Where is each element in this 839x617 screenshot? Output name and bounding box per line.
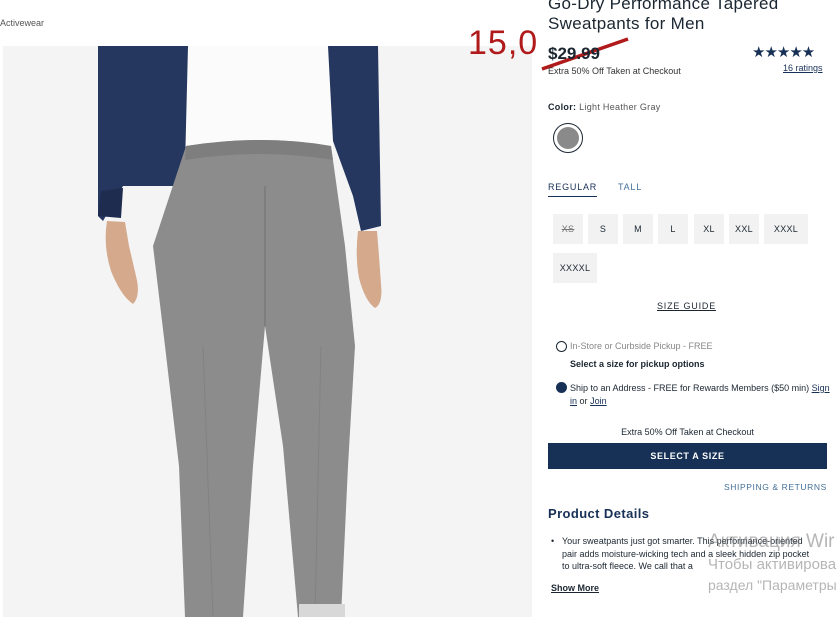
- breadcrumb[interactable]: Activewear: [0, 18, 44, 28]
- show-more-link[interactable]: Show More: [551, 583, 599, 593]
- swatch-fill: [557, 127, 579, 149]
- color-value: Light Heather Gray: [579, 102, 661, 112]
- activation-watermark-line1: Активация Wir: [708, 531, 835, 552]
- shipping-returns-link[interactable]: SHIPPING & RETURNS: [724, 482, 827, 492]
- pickup-hint: Select a size for pickup options: [570, 359, 705, 369]
- size-option-xxxl[interactable]: XXXL: [764, 214, 808, 244]
- size-option-xxxxl[interactable]: XXXXL: [553, 253, 597, 283]
- ship-label: Ship to an Address - FREE for Rewards Me…: [570, 383, 810, 393]
- checkout-note: Extra 50% Off Taken at Checkout: [621, 427, 754, 437]
- size-guide-link[interactable]: SIZE GUIDE: [657, 301, 716, 311]
- tab-tall[interactable]: TALL: [618, 182, 642, 192]
- select-size-button[interactable]: SELECT A SIZE: [548, 443, 827, 469]
- pickup-radio[interactable]: [556, 341, 567, 352]
- color-label: Color:: [548, 102, 577, 112]
- rating-stars-icon[interactable]: ★★★★★: [752, 43, 815, 61]
- join-link[interactable]: Join: [590, 396, 607, 406]
- pickup-label[interactable]: In-Store or Curbside Pickup - FREE: [570, 340, 713, 353]
- promo-note: Extra 50% Off Taken at Checkout: [548, 66, 681, 76]
- product-title: Go-Dry Performance Tapered Sweatpants fo…: [548, 0, 779, 33]
- size-option-l[interactable]: L: [658, 214, 688, 244]
- handwritten-price-annotation: 15,0: [468, 24, 539, 62]
- product-image: [3, 46, 532, 617]
- color-label-row: Color: Light Heather Gray: [548, 102, 661, 112]
- ratings-link[interactable]: 16 ratings: [783, 63, 823, 73]
- size-option-m[interactable]: M: [623, 214, 653, 244]
- product-price: $29.99: [548, 44, 600, 63]
- size-option-xl[interactable]: XL: [694, 214, 724, 244]
- size-option-xs[interactable]: XS: [553, 214, 583, 244]
- color-swatch[interactable]: [553, 123, 583, 153]
- activation-watermark-line3: раздел "Параметры: [708, 577, 837, 593]
- tab-regular[interactable]: REGULAR: [548, 182, 598, 197]
- activation-watermark-line2: Чтобы активирова: [708, 556, 837, 573]
- ship-option[interactable]: Ship to an Address - FREE for Rewards Me…: [570, 382, 830, 408]
- size-option-xxl[interactable]: XXL: [729, 214, 759, 244]
- or-text: or: [579, 396, 588, 406]
- ship-radio[interactable]: [556, 382, 567, 393]
- size-option-s[interactable]: S: [588, 214, 618, 244]
- product-details-heading: Product Details: [548, 506, 650, 521]
